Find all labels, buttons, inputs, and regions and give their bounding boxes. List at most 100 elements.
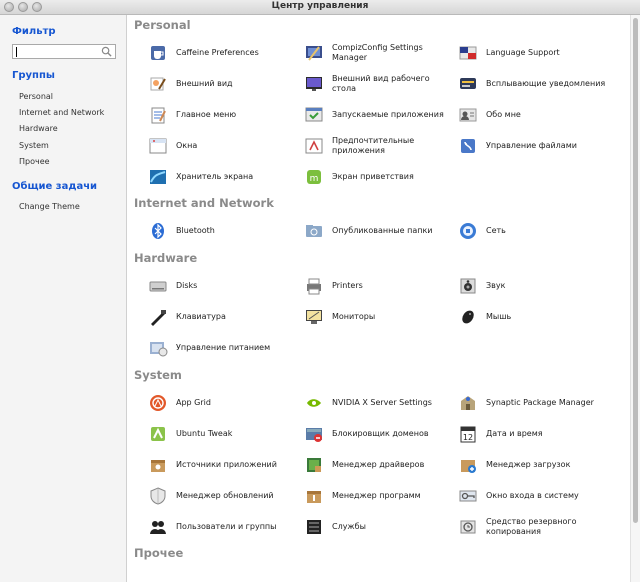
applet-label: Printers [332, 281, 363, 290]
applet-nvidia[interactable]: NVIDIA X Server Settings [304, 390, 454, 416]
applet-label: Управление файлами [486, 141, 577, 150]
applet-software-manager[interactable]: Менеджер программ [304, 483, 454, 509]
nvidia-icon [306, 397, 322, 409]
section-heading-2: Hardware [134, 251, 198, 265]
applet-network[interactable]: Сеть [458, 218, 608, 244]
applet-users[interactable]: Пользователи и группы [148, 514, 298, 540]
printer-icon [307, 278, 321, 295]
applet-driver-manager[interactable]: Менеджер драйверов [304, 452, 454, 478]
applet-desktop-wallpaper[interactable]: Внешний вид рабочего стола [304, 71, 454, 97]
vertical-scrollbar[interactable] [630, 15, 640, 582]
applet-label: Клавиатура [176, 312, 226, 321]
applet-disks[interactable]: Disks [148, 273, 298, 299]
applet-domain-blocker[interactable]: Блокировщик доменов [304, 421, 454, 447]
driver-manager-icon [307, 458, 321, 472]
groups-heading: Группы [12, 70, 55, 81]
sidebar-group-other[interactable]: Прочее [19, 157, 50, 166]
applet-calendar[interactable]: 12 Дата и время [458, 421, 608, 447]
applet-update-shield[interactable]: Менеджер обновлений [148, 483, 298, 509]
applet-synaptic[interactable]: Synaptic Package Manager [458, 390, 608, 416]
applet-screensaver[interactable]: Хранитель экрана [148, 164, 298, 190]
task-change-theme[interactable]: Change Theme [19, 202, 80, 211]
applet-label: Пользователи и группы [176, 522, 277, 531]
applet-startup-apps[interactable]: Запускаемые приложения [304, 102, 454, 128]
network-icon [460, 223, 476, 239]
applet-label: Предпочтительные приложения [332, 136, 415, 155]
disks-icon [149, 281, 167, 292]
applet-label: Language Support [486, 48, 560, 57]
applet-label: Менеджер драйверов [332, 460, 425, 469]
sidebar-group-personal[interactable]: Personal [19, 92, 53, 101]
users-icon [150, 521, 166, 534]
applet-ubuntu-tweak[interactable]: Ubuntu Tweak [148, 421, 298, 447]
welcome-screen-icon: m [307, 170, 321, 184]
applet-bluetooth[interactable]: Bluetooth [148, 218, 298, 244]
boot-manager-icon [461, 460, 476, 473]
applet-label: Запускаемые приложения [332, 110, 444, 119]
filter-search-input[interactable] [12, 44, 116, 59]
mouse-icon [462, 310, 474, 324]
applet-power[interactable]: Управление питанием [148, 335, 298, 361]
applet-file-manager[interactable]: Управление файлами [458, 133, 608, 159]
scrollbar-thumb[interactable] [633, 18, 638, 523]
applet-notification[interactable]: Всплывающие уведомления [458, 71, 608, 97]
applet-preferred-apps[interactable]: Предпочтительные приложения [304, 133, 454, 159]
applets-grid: Personal Caffeine Preferences CompizConfig… [128, 15, 630, 582]
svg-text:m: m [310, 174, 319, 184]
applet-label: Мониторы [332, 312, 376, 321]
applet-label: Управление питанием [176, 343, 271, 352]
domain-blocker-icon [306, 428, 322, 442]
applet-backup[interactable]: Средство резервного копирования [458, 514, 608, 540]
applet-about-me[interactable]: Обо мне [458, 102, 608, 128]
applet-shared-folders[interactable]: Опубликованные папки [304, 218, 454, 244]
applet-label: App Grid [176, 398, 211, 407]
applet-label: CompizConfig Settings Manager [332, 43, 423, 62]
applet-label: Synaptic Package Manager [486, 398, 594, 407]
shared-folders-icon [306, 225, 322, 237]
applet-login-window[interactable]: Окно входа в систему [458, 483, 608, 509]
section-heading-3: System [134, 368, 182, 382]
applet-label: Главное меню [176, 110, 237, 119]
applet-monitor[interactable]: Мониторы [304, 304, 454, 330]
search-icon[interactable] [101, 46, 112, 57]
applet-label: Окна [176, 141, 198, 150]
keyboard-icon [151, 310, 166, 326]
applet-appearance-brush[interactable]: Внешний вид [148, 71, 298, 97]
desktop-wallpaper-icon [306, 77, 322, 91]
section-heading-1: Internet and Network [134, 196, 274, 210]
applet-boot-manager[interactable]: Менеджер загрузок [458, 452, 608, 478]
sidebar-group-hardware[interactable]: Hardware [19, 124, 58, 133]
sound-icon [460, 278, 476, 294]
app-grid-icon [150, 395, 166, 411]
applet-label: Хранитель экрана [176, 172, 254, 181]
applet-app-grid[interactable]: App Grid [148, 390, 298, 416]
applet-keyboard[interactable]: Клавиатура [148, 304, 298, 330]
applet-windows[interactable]: Окна [148, 133, 298, 159]
applet-label: Менеджер программ [332, 491, 421, 500]
applet-label: Менеджер загрузок [486, 460, 571, 469]
applet-label: Внешний вид [176, 79, 233, 88]
coffee-cup-icon [151, 46, 165, 60]
bluetooth-icon [152, 223, 164, 239]
applet-main-menu[interactable]: Главное меню [148, 102, 298, 128]
applet-label: NVIDIA X Server Settings [332, 398, 432, 407]
text-caret [16, 47, 17, 57]
applet-sound[interactable]: Звук [458, 273, 608, 299]
applet-language[interactable]: Language Support [458, 40, 608, 66]
applet-label: Bluetooth [176, 226, 215, 235]
applet-services[interactable]: Службы [304, 514, 454, 540]
applet-welcome-screen[interactable]: m Экран приветствия [304, 164, 454, 190]
sidebar-group-internet[interactable]: Internet and Network [19, 108, 104, 117]
applet-mouse[interactable]: Мышь [458, 304, 608, 330]
main-menu-icon [151, 107, 166, 124]
power-icon [150, 342, 168, 357]
applet-software-sources[interactable]: Источники приложений [148, 452, 298, 478]
applet-printer[interactable]: Printers [304, 273, 454, 299]
windows-icon [149, 138, 167, 154]
sidebar-group-system[interactable]: System [19, 141, 49, 150]
applet-compiz[interactable]: CompizConfig Settings Manager [304, 40, 454, 66]
applet-coffee-cup[interactable]: Caffeine Preferences [148, 40, 298, 66]
synaptic-icon [461, 396, 475, 410]
filter-heading: Фильтр [12, 26, 56, 37]
applet-label: Менеджер обновлений [176, 491, 274, 500]
